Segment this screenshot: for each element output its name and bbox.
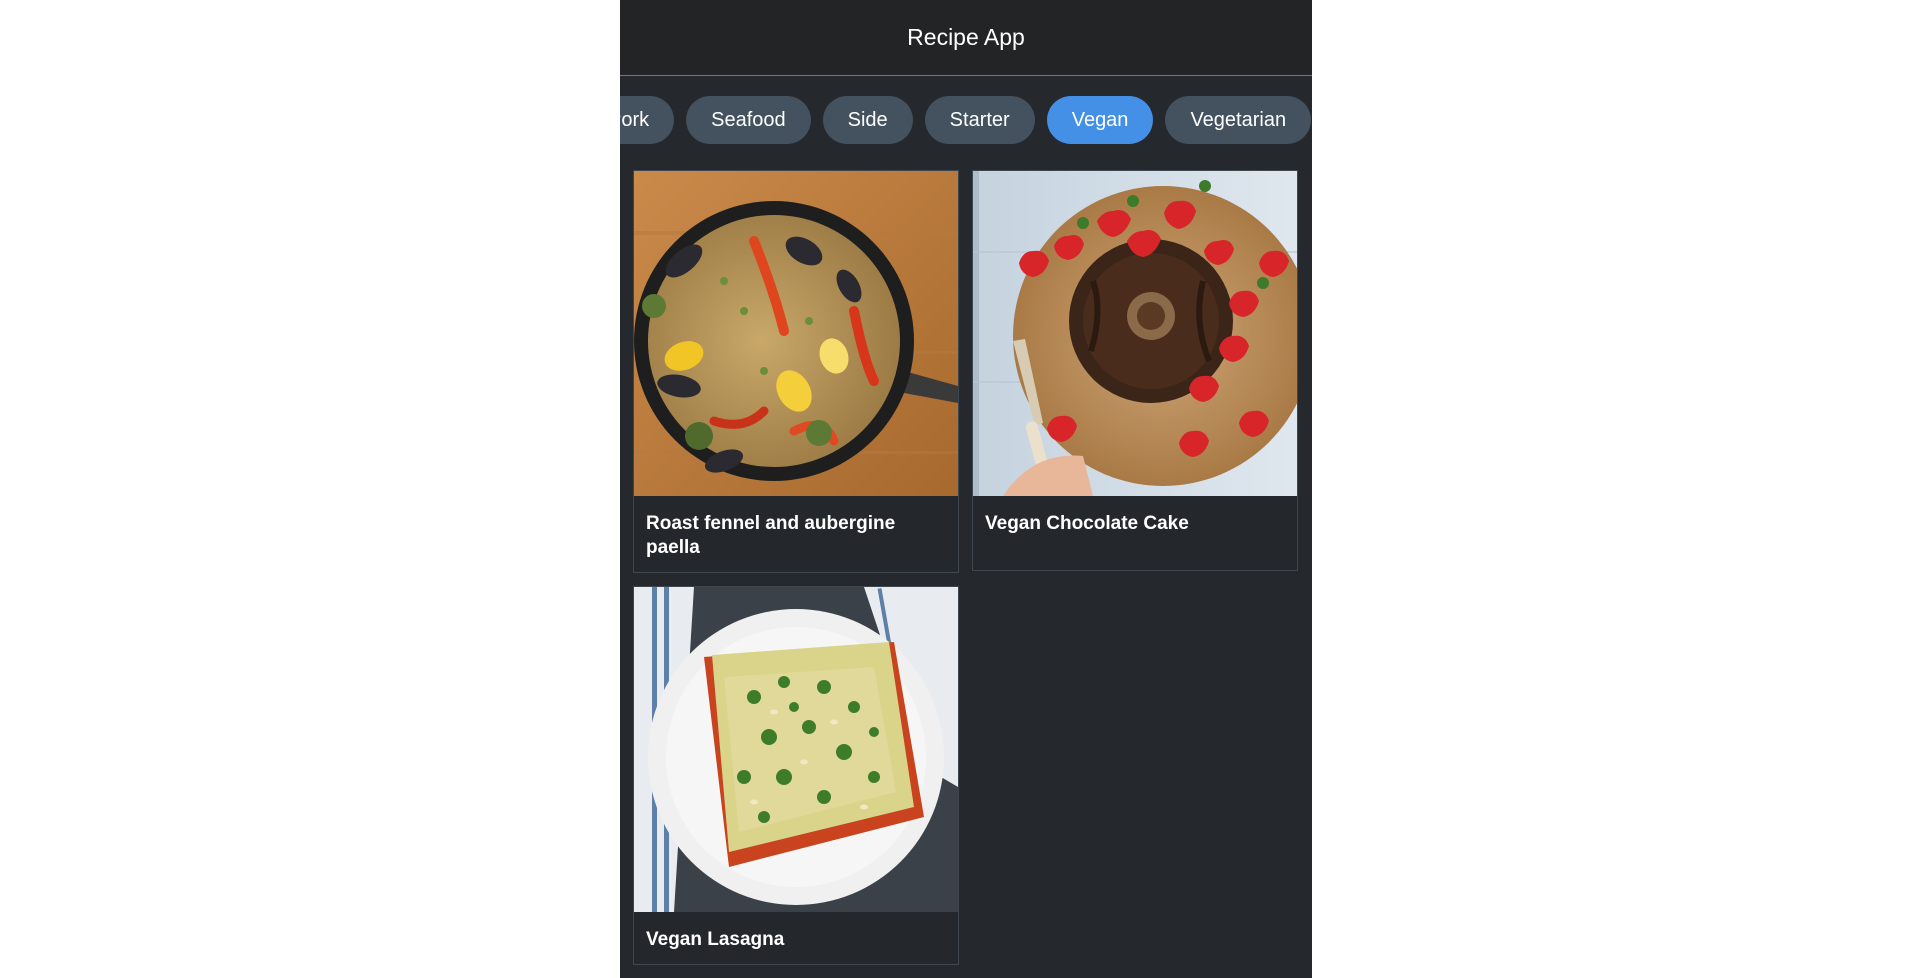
recipe-title: Vegan Lasagna [646,929,785,950]
paella-photo [634,171,958,496]
recipe-title: Roast fennel and aubergine paella [646,513,896,558]
category-label: Vegan [1071,108,1129,131]
category-label: Vegetarian [1190,108,1287,131]
category-pill-side[interactable]: Side [822,96,913,144]
category-track: Pork Seafood Side Starter Vegan Vegetari… [620,96,1312,144]
recipe-card[interactable]: Roast fennel and aubergine paella [633,170,959,573]
category-label: Starter [949,108,1010,131]
category-pill-seafood[interactable]: Seafood [686,96,811,144]
app-header: Recipe App [620,0,1312,76]
category-bar[interactable]: Pork Seafood Side Starter Vegan Vegetari… [620,96,1312,146]
category-pill-pork[interactable]: Pork [620,96,675,144]
app-title: Recipe App [907,24,1025,50]
category-pill-starter[interactable]: Starter [924,96,1035,144]
category-pill-vegetarian[interactable]: Vegetarian [1165,96,1312,144]
recipe-card[interactable]: Vegan Lasagna [633,586,959,965]
category-label: Side [847,108,888,131]
category-pill-vegan[interactable]: Vegan [1046,96,1154,144]
category-label: Pork [620,108,650,131]
app-window: Recipe App Pork Seafood Side Starter Veg… [620,0,1312,978]
category-label: Seafood [711,108,786,131]
recipe-title: Vegan Chocolate Cake [985,513,1189,534]
chocolate-cake-photo [973,171,1297,496]
recipe-card[interactable]: Vegan Chocolate Cake [972,170,1298,571]
lasagna-photo [634,587,958,912]
